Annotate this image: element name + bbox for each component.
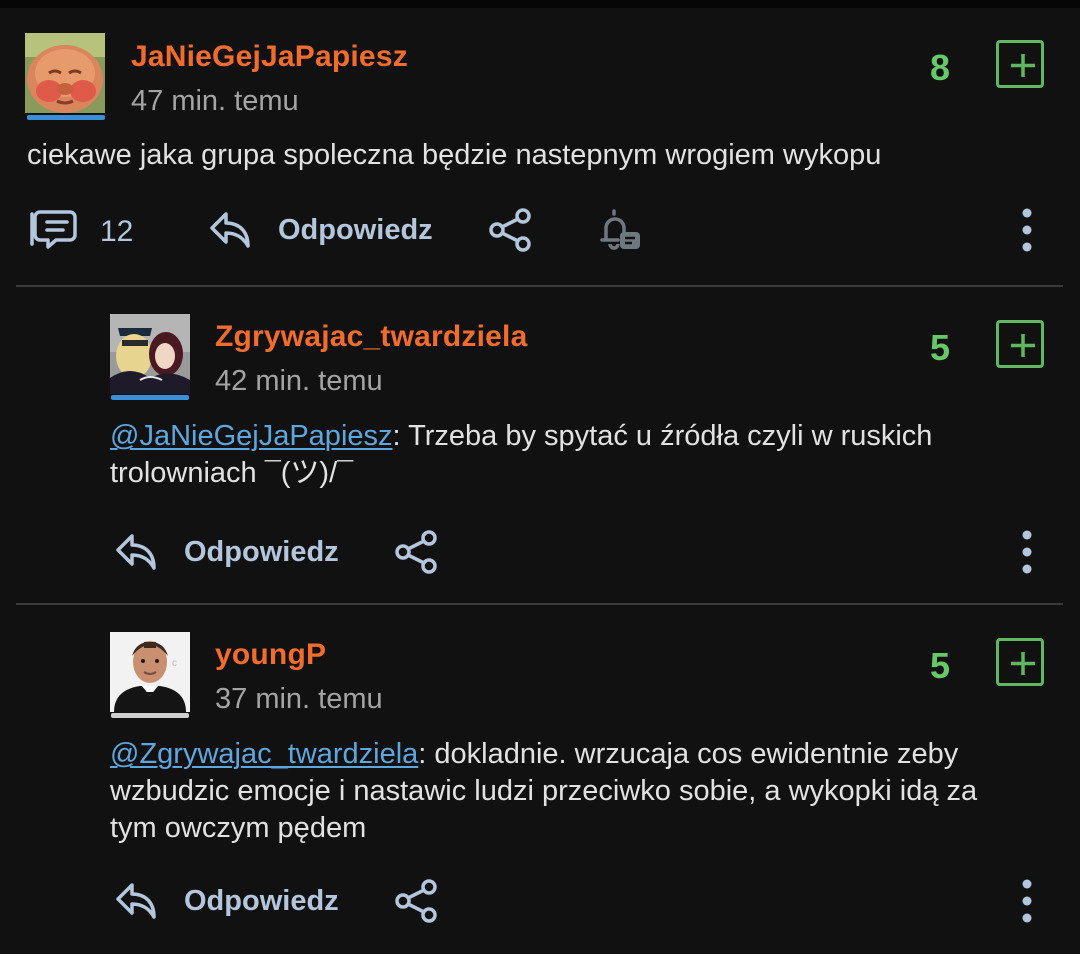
- svg-text:c: c: [172, 658, 177, 669]
- reply-icon[interactable]: [208, 208, 254, 252]
- username[interactable]: JaNieGejJaPapiesz: [131, 40, 408, 74]
- share-icon[interactable]: [393, 877, 441, 925]
- body-text: : dokladnie. wrzucaja cos ewidentnie zeb…: [418, 738, 959, 770]
- reply-button[interactable]: Odpowiedz: [184, 885, 339, 918]
- upvote-button[interactable]: [996, 320, 1044, 368]
- upvote-plus-icon: [1011, 54, 1035, 77]
- comment-body: ciekawe jaka grupa spoleczna będzie nast…: [27, 139, 882, 171]
- username[interactable]: Zgrywajac_twardziela: [215, 320, 527, 354]
- username[interactable]: youngP: [215, 638, 326, 672]
- avatar[interactable]: [110, 314, 190, 394]
- more-options-icon[interactable]: [1017, 530, 1037, 574]
- replies-count[interactable]: 12: [100, 215, 133, 249]
- body-text: wzbudzic emocje i nastawic ludzi przeciw…: [110, 775, 978, 807]
- reply-button[interactable]: Odpowiedz: [184, 536, 339, 569]
- share-icon[interactable]: [393, 528, 441, 576]
- avatar-status-bar: [111, 713, 189, 718]
- timestamp[interactable]: 47 min. temu: [131, 85, 299, 118]
- comments-icon[interactable]: [27, 208, 79, 252]
- vote-score: 5: [929, 327, 950, 368]
- avatar-status-bar: [111, 395, 189, 400]
- upvote-plus-icon: [1011, 652, 1035, 675]
- comment-body: @Zgrywajac_twardziela: dokladnie. wrzuca…: [110, 736, 1070, 847]
- reply-icon[interactable]: [114, 530, 160, 574]
- body-text: tym owczym pędem: [110, 812, 367, 844]
- vote-score: 8: [929, 47, 950, 88]
- timestamp[interactable]: 37 min. temu: [215, 683, 383, 716]
- comment-body: @JaNieGejJaPapiesz: Trzeba by spytać u ź…: [110, 418, 1060, 492]
- upvote-plus-icon: [1011, 334, 1035, 357]
- body-text: : Trzeba by spytać u źródła czyli w rusk…: [392, 420, 933, 452]
- avatar[interactable]: [25, 33, 105, 113]
- avatar[interactable]: c: [110, 632, 190, 712]
- comment-2: Zgrywajac_twardziela 42 min. temu 5 @JaN…: [0, 287, 1080, 604]
- share-icon[interactable]: [487, 206, 535, 254]
- comment-1: JaNieGejJaPapiesz 47 min. temu 8 ciekawe…: [0, 0, 1080, 286]
- body-text: trolowniach ¯(ツ)/¯: [110, 457, 354, 489]
- upvote-button[interactable]: [996, 638, 1044, 686]
- user-mention-link[interactable]: @Zgrywajac_twardziela: [110, 738, 418, 770]
- comment-3: c youngP 37 min. temu 5 @Zgrywajac_tward…: [0, 605, 1080, 954]
- avatar-status-bar: [27, 115, 105, 120]
- more-options-icon[interactable]: [1017, 208, 1037, 252]
- reply-icon[interactable]: [114, 879, 160, 923]
- user-mention-link[interactable]: @JaNieGejJaPapiesz: [110, 420, 393, 452]
- timestamp[interactable]: 42 min. temu: [215, 365, 383, 398]
- reply-button[interactable]: Odpowiedz: [278, 214, 433, 247]
- notification-bell-icon[interactable]: [594, 206, 644, 254]
- vote-score: 5: [929, 645, 950, 686]
- upvote-button[interactable]: [996, 40, 1044, 88]
- more-options-icon[interactable]: [1017, 879, 1037, 923]
